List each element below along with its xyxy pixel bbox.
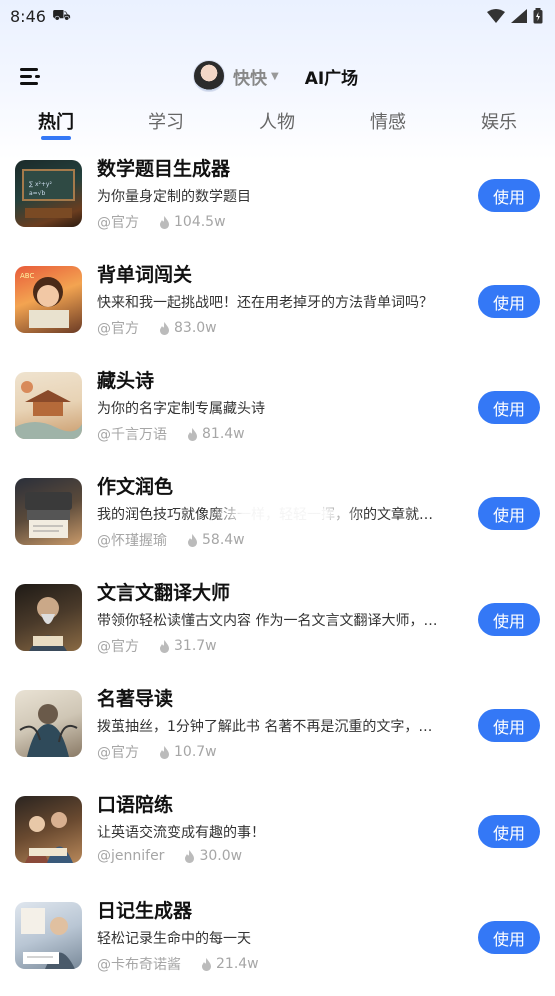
tab-people[interactable]: 人物 (259, 108, 295, 134)
tab-emotion[interactable]: 情感 (370, 108, 406, 134)
item-views: 81.4w (202, 426, 245, 442)
status-time: 8:46 (10, 6, 46, 26)
flame-icon (160, 215, 169, 229)
use-button[interactable]: 使用 (478, 921, 540, 954)
item-meta: @官方 31.7w (97, 636, 217, 656)
item-meta: @怀瑾握瑜 58.4w (97, 530, 245, 550)
category-tabs: 热门 学习 人物 情感 娱乐 (0, 104, 555, 144)
item-description: 让英语交流变成有趣的事！ (97, 825, 265, 841)
list-item[interactable]: 文言文翻译大师 带领你轻松读懂古文内容 作为一名文言文翻译大师，我可以帮你 @官… (0, 572, 555, 678)
item-views: 10.7w (174, 744, 217, 760)
app-bar: 快快 ▼ AI广场 (0, 52, 555, 102)
item-author: @jennifer (97, 848, 165, 864)
use-button[interactable]: 使用 (478, 391, 540, 424)
use-button[interactable]: 使用 (478, 179, 540, 212)
item-description: 带领你轻松读懂古文内容 作为一名文言文翻译大师，我可以帮你 (97, 613, 442, 629)
list-item[interactable]: ABC 背单词闯关 快来和我一起挑战吧！还在用老掉牙的方法背单词吗？ @官方 8… (0, 254, 555, 360)
item-author: @千言万语 (97, 427, 167, 443)
use-button[interactable]: 使用 (478, 285, 540, 318)
item-description: 轻松记录生命中的每一天 (97, 931, 251, 947)
item-title: 文言文翻译大师 (97, 582, 231, 604)
item-meta: @官方 104.5w (97, 212, 226, 232)
svg-text:a=√b: a=√b (29, 190, 46, 197)
thumbnail-image (15, 478, 82, 545)
tab-study[interactable]: 学习 (148, 108, 184, 134)
thumbnail-image (15, 690, 82, 757)
flame-icon (160, 321, 169, 335)
item-views: 21.4w (216, 956, 259, 972)
status-bar: 8:46 ⛟ (0, 0, 555, 32)
item-title: 作文润色 (97, 476, 174, 498)
item-author: @官方 (97, 745, 139, 761)
item-description: 快来和我一起挑战吧！还在用老掉牙的方法背单词吗？ (97, 295, 433, 311)
app-notification-icon: ⛟ (51, 6, 71, 24)
blur-overlay (210, 497, 360, 531)
item-meta: @卡布奇诺酱 21.4w (97, 954, 259, 974)
item-description: 为你的名字定制专属藏头诗 (97, 401, 265, 417)
thumbnail-image (15, 372, 82, 439)
thumbnail-image (15, 902, 82, 969)
item-author: @官方 (97, 639, 139, 655)
battery-icon (533, 8, 543, 24)
item-views: 58.4w (202, 532, 245, 548)
item-title: 背单词闯关 (97, 264, 193, 286)
item-author: @怀瑾握瑜 (97, 533, 167, 549)
thumbnail-image (15, 584, 82, 651)
item-views: 104.5w (174, 214, 226, 230)
list-item[interactable]: ∑ x²+y² a=√b 数学题目生成器 为你量身定制的数学题目 @官方 104.… (0, 148, 555, 254)
item-meta: @官方 83.0w (97, 318, 217, 338)
thumbnail-image: ABC (15, 266, 82, 333)
item-meta: @官方 10.7w (97, 742, 217, 762)
item-title: 口语陪练 (97, 794, 174, 816)
wifi-icon (487, 9, 505, 23)
flame-icon (160, 639, 169, 653)
list-item[interactable]: 日记生成器 轻松记录生命中的每一天 @卡布奇诺酱 21.4w 使用 (0, 890, 555, 996)
use-button[interactable]: 使用 (478, 709, 540, 742)
use-button[interactable]: 使用 (478, 815, 540, 848)
flame-icon (188, 533, 197, 547)
flame-icon (202, 957, 211, 971)
item-meta: @千言万语 81.4w (97, 424, 245, 444)
item-views: 30.0w (199, 848, 243, 864)
thumbnail-image: ∑ x²+y² a=√b (15, 160, 82, 227)
svg-text:ABC: ABC (20, 272, 34, 280)
item-description: 为你量身定制的数学题目 (97, 189, 251, 205)
flame-icon (185, 849, 195, 863)
item-meta: @jennifer 30.0w (97, 848, 242, 864)
item-views: 31.7w (174, 638, 217, 654)
chevron-down-icon[interactable]: ▼ (271, 71, 279, 82)
use-button[interactable]: 使用 (478, 497, 540, 530)
tab-entertainment[interactable]: 娱乐 (481, 108, 517, 134)
tab-indicator (41, 136, 71, 140)
item-title: 名著导读 (97, 688, 174, 710)
user-name[interactable]: 快快 (233, 64, 267, 89)
item-author: @卡布奇诺酱 (97, 957, 181, 973)
item-title: 日记生成器 (97, 900, 193, 922)
item-title: 数学题目生成器 (97, 158, 231, 180)
item-author: @官方 (97, 215, 139, 231)
list-item[interactable]: 口语陪练 让英语交流变成有趣的事！ @jennifer 30.0w 使用 (0, 784, 555, 890)
flame-icon (160, 745, 169, 759)
page-title: AI广场 (304, 68, 359, 89)
list-item[interactable]: 藏头诗 为你的名字定制专属藏头诗 @千言万语 81.4w 使用 (0, 360, 555, 466)
item-author: @官方 (97, 321, 139, 337)
item-title: 藏头诗 (97, 370, 155, 392)
item-views: 83.0w (174, 320, 217, 336)
menu-icon[interactable] (20, 66, 44, 88)
tab-hot[interactable]: 热门 (38, 108, 74, 134)
avatar[interactable] (193, 60, 225, 92)
flame-icon (188, 427, 197, 441)
svg-text:∑ x²+y²: ∑ x²+y² (29, 181, 52, 188)
signal-icon (511, 9, 527, 23)
thumbnail-image (15, 796, 82, 863)
use-button[interactable]: 使用 (478, 603, 540, 636)
item-description: 拨茧抽丝，1分钟了解此书 名著不再是沉重的文字，而是生动的故事 (97, 719, 442, 735)
list-item[interactable]: 名著导读 拨茧抽丝，1分钟了解此书 名著不再是沉重的文字，而是生动的故事 @官方… (0, 678, 555, 784)
